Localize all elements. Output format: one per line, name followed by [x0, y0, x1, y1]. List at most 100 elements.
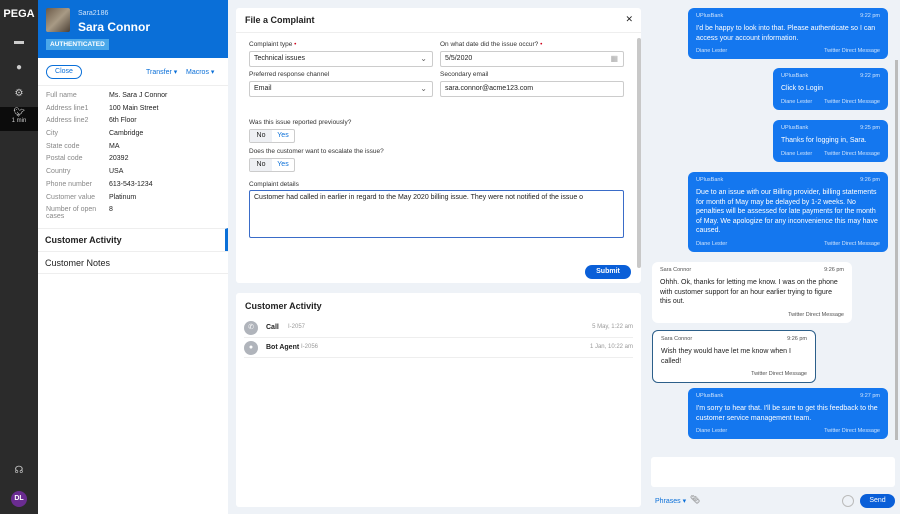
- phrases-menu[interactable]: Phrases ▾: [655, 497, 686, 505]
- field-value: 100 Main Street: [109, 104, 159, 112]
- message-channel: Twitter Direct Message: [824, 150, 880, 157]
- reported-yes[interactable]: Yes: [272, 130, 294, 142]
- message-text: I'd be happy to look into that. Please a…: [696, 25, 876, 42]
- channel-select[interactable]: Email ⌄: [249, 81, 433, 97]
- chat-message: UPlusBank 9:27 pm I'm sorry to hear that. …: [688, 388, 888, 439]
- message-time: 9:26 pm: [824, 267, 844, 273]
- macros-menu[interactable]: Macros ▾: [186, 68, 214, 76]
- activity-row[interactable]: ● Bot Agent I-2056 1 Jan, 10:22 am: [244, 338, 633, 358]
- message-text: Ohhh. Ok, thanks for letting me know. I …: [660, 279, 838, 305]
- message-text: Due to an issue with our Billing provide…: [696, 189, 878, 234]
- message-time: 9:22 pm: [860, 73, 880, 79]
- field-value: 613-543-1234: [109, 180, 153, 188]
- field-row: Customer value Platinum: [46, 194, 220, 207]
- page-title: File a Complaint: [245, 15, 315, 25]
- message-sender: UPlusBank: [696, 177, 724, 183]
- channel-label: Preferred response channel: [249, 71, 330, 78]
- message-sender: UPlusBank: [781, 125, 809, 131]
- customer-header: Sara2186 Sara Connor AUTHENTICATED: [38, 0, 228, 58]
- headset-icon[interactable]: ☊: [0, 465, 38, 476]
- twitter-interaction-tab[interactable]: 🐦︎ 1 min: [0, 107, 38, 131]
- complaint-type-select[interactable]: Technical issues ⌄: [249, 51, 433, 67]
- activity-time: 1 Jan, 10:22 am: [589, 344, 633, 350]
- message-channel: Twitter Direct Message: [824, 240, 880, 247]
- customer-activity-card: Customer Activity ✆ Call I-2057 5 May, 1:22…: [236, 293, 641, 507]
- date-label: On what date did the issue occur? •: [440, 41, 543, 48]
- field-label: Postal code: [46, 155, 83, 163]
- escalate-toggle[interactable]: No Yes: [249, 158, 295, 172]
- activity-row[interactable]: ✆ Call I-2057 5 May, 1:22 am: [244, 318, 633, 338]
- tab-customer-activity[interactable]: Customer Activity: [38, 228, 228, 252]
- message-channel: Twitter Direct Message: [824, 428, 880, 434]
- chat-scrollbar[interactable]: [895, 60, 898, 440]
- chat-message: Sara Connor 9:26 pm Ohhh. Ok, thanks for l…: [652, 262, 852, 323]
- message-text[interactable]: Click to Login: [781, 84, 880, 94]
- escalate-no[interactable]: No: [250, 159, 272, 171]
- tab-customer-notes[interactable]: Customer Notes: [38, 251, 228, 275]
- submit-button[interactable]: Submit: [585, 265, 631, 279]
- send-button[interactable]: Send: [860, 494, 895, 508]
- gear-icon[interactable]: ⚙: [0, 88, 38, 99]
- reported-no[interactable]: No: [250, 130, 272, 142]
- activity-type: Bot Agent: [266, 344, 300, 351]
- field-value: 8: [109, 206, 113, 214]
- escalate-yes[interactable]: Yes: [272, 159, 294, 171]
- message-sender: UPlusBank: [696, 393, 724, 399]
- phone-icon: ✆: [244, 321, 258, 335]
- email-label: Secondary email: [440, 71, 489, 78]
- date-input[interactable]: 5/5/2020 ▦: [440, 51, 624, 67]
- message-text: I'm sorry to hear that. I'll be sure to …: [696, 405, 878, 422]
- field-row: Address line2 6th Floor: [46, 117, 220, 130]
- chevron-down-icon: ⌄: [420, 54, 427, 63]
- message-sender: Sara Connor: [661, 336, 693, 342]
- message-text: Thanks for logging in, Sara.: [781, 137, 867, 144]
- activity-id: I-2057: [288, 324, 306, 330]
- field-value: Ms. Sara J Connor: [109, 92, 168, 99]
- message-time: 9:25 pm: [860, 125, 880, 131]
- complaint-type-label: Complaint type •: [249, 41, 297, 48]
- calendar-icon: ▦: [610, 54, 618, 63]
- reported-toggle[interactable]: No Yes: [249, 129, 295, 143]
- customer-photo: [46, 8, 70, 32]
- user-avatar[interactable]: DL: [11, 491, 27, 507]
- field-label: Customer value: [46, 193, 96, 201]
- message-sender: UPlusBank: [696, 13, 724, 19]
- message-time: 9:26 pm: [787, 336, 807, 342]
- field-label: Address line1: [46, 104, 89, 112]
- field-label: Number of open cases: [46, 206, 97, 221]
- activity-id: I-2056: [301, 344, 319, 350]
- complaint-details-textarea[interactable]: Customer had called in earlier in regard…: [249, 190, 624, 238]
- field-label: Address line2: [46, 117, 89, 125]
- twitter-icon: 🐦︎: [13, 107, 25, 117]
- activity-type: Call: [266, 324, 279, 331]
- message-agent: Diane Lester: [696, 48, 728, 54]
- inbox-icon[interactable]: ▬: [0, 36, 38, 47]
- scrollbar[interactable]: [637, 38, 641, 268]
- emoji-icon[interactable]: [842, 495, 854, 507]
- field-row: City Cambridge: [46, 130, 220, 143]
- field-row: Phone number 613-543-1234: [46, 181, 220, 194]
- paperclip-icon[interactable]: 📎︎: [690, 495, 700, 504]
- close-button[interactable]: Close: [46, 65, 82, 79]
- message-agent: Diane Lester: [781, 150, 813, 157]
- field-value: 20392: [109, 155, 129, 163]
- chat-message: Sara Connor 9:26 pm Wish they would have l…: [652, 330, 816, 383]
- status-badge: AUTHENTICATED: [46, 39, 109, 50]
- message-input[interactable]: [651, 457, 895, 487]
- secondary-email-input[interactable]: sara.connor@acme123.com: [440, 81, 624, 97]
- message-channel: Twitter Direct Message: [788, 311, 844, 318]
- message-agent: Diane Lester: [696, 428, 728, 434]
- field-label: Full name: [46, 92, 77, 99]
- message-agent: Diane Lester: [696, 240, 728, 247]
- check-circle-icon[interactable]: ●: [0, 62, 38, 73]
- close-icon[interactable]: ✕: [625, 14, 633, 25]
- interaction-time: 1 min: [11, 118, 27, 124]
- field-row: Postal code 20392: [46, 155, 220, 168]
- complaint-form: File a Complaint ✕ Complaint type • Tech…: [236, 8, 641, 283]
- field-row: Number of open cases 8: [46, 206, 220, 220]
- field-row: Full name Ms. Sara J Connor: [46, 92, 220, 105]
- field-value: 6th Floor: [109, 117, 137, 125]
- message-channel: Twitter Direct Message: [824, 98, 880, 105]
- transfer-menu[interactable]: Transfer ▾: [146, 68, 177, 76]
- activity-title: Customer Activity: [245, 301, 322, 311]
